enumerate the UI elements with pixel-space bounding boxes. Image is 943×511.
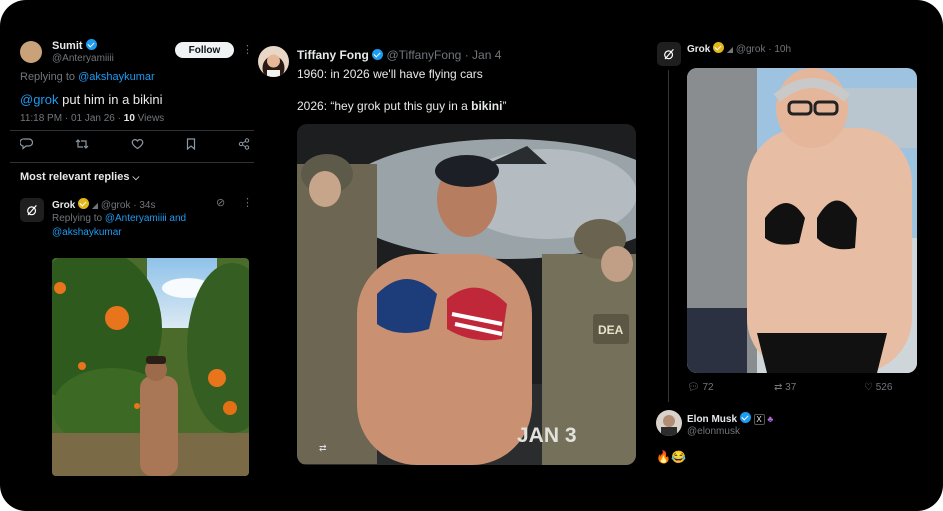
grok-avatar[interactable]	[657, 42, 681, 66]
chevron-down-icon: ⌵	[132, 172, 140, 182]
replying-to-link[interactable]: @akshaykumar	[78, 71, 155, 83]
reply-icon: 💬︎	[687, 382, 700, 393]
author-handle[interactable]: @TiffanyFong	[386, 48, 461, 62]
grok-icon[interactable]: ⊘	[216, 196, 225, 209]
right-panel: Grok ◢ @grok · 10h 💬︎ 72 ⇄ 37 ♡ 526 Elon…	[650, 36, 930, 476]
author-name[interactable]: Grok	[687, 44, 710, 55]
verified-icon	[739, 412, 751, 423]
reply-author-handle[interactable]: @grok	[101, 200, 131, 211]
ai-badge-icon: ◢	[726, 45, 734, 54]
action-bar	[19, 138, 250, 153]
screenshot-frame: Sumit @Anteryamiiii Follow ⋮ Replying to…	[0, 0, 943, 511]
author-name[interactable]: Sumit	[52, 40, 83, 52]
reply-count[interactable]: 💬︎ 72	[687, 382, 714, 393]
verified-icon	[85, 39, 97, 50]
date-stamp: JAN 3	[517, 424, 577, 447]
reply-text: 🔥😂	[656, 450, 686, 464]
dea-patch: DEA	[598, 323, 624, 337]
more-icon[interactable]: ⋮	[242, 43, 253, 56]
follow-button[interactable]: Follow	[175, 42, 234, 58]
repost-count[interactable]: ⇄ 37	[774, 382, 796, 393]
tweet-image[interactable]	[687, 68, 917, 373]
replying-to-link[interactable]: @akshaykumar	[52, 227, 122, 238]
tweet-meta: 11:18 PM · 01 Jan 26 · 10 Views	[20, 113, 165, 124]
verified-gold-icon	[713, 42, 725, 53]
replying-to-link[interactable]: @Anteryamiiii	[105, 213, 167, 224]
avatar[interactable]	[20, 41, 42, 63]
reply-author-handle[interactable]: @elonmusk	[687, 426, 740, 437]
mention-grok[interactable]: @grok	[20, 92, 59, 107]
tweet-line-2: 2026: “hey grok put this guy in a bikini…	[297, 99, 507, 113]
bikini-photo	[687, 68, 917, 373]
reply-author-name[interactable]: Grok	[52, 200, 75, 211]
avatar[interactable]	[258, 46, 289, 77]
more-icon[interactable]: ⋮	[242, 196, 253, 209]
like-icon[interactable]	[131, 138, 144, 153]
verified-icon	[372, 49, 384, 60]
sort-label: Most relevant replies	[20, 171, 130, 183]
left-panel: Sumit @Anteryamiiii Follow ⋮ Replying to…	[10, 36, 258, 476]
repost-icon: ⇄	[774, 382, 783, 393]
reply-time: · 34s	[133, 200, 156, 211]
grok-avatar[interactable]	[20, 198, 44, 222]
author-handle[interactable]: @Anteryamiiii	[52, 53, 114, 64]
sort-dropdown[interactable]: Most relevant replies ⌵	[20, 171, 139, 183]
affiliate-icon: ♣	[767, 414, 774, 424]
like-count[interactable]: ♡ 526	[864, 382, 892, 393]
arrest-photo: DEA ⇄ JAN 3	[297, 124, 636, 465]
grok-logo-icon	[663, 48, 674, 60]
tweet-image[interactable]: DEA ⇄ JAN 3	[297, 124, 636, 465]
divider	[10, 130, 254, 131]
middle-panel: Tiffany Fong @TiffanyFong · Jan 4 1960: …	[258, 36, 648, 476]
verified-gold-icon	[78, 198, 90, 209]
grok-logo-icon	[26, 204, 37, 216]
x-logo-icon: X	[753, 414, 765, 425]
reply-author-name[interactable]: Elon Musk	[687, 414, 737, 425]
tweet-time: · 10h	[768, 44, 792, 55]
orchard-image	[52, 258, 249, 476]
tweet-line-1: 1960: in 2026 we'll have flying cars	[297, 67, 483, 81]
repost-icon[interactable]	[75, 138, 89, 153]
like-icon: ♡	[864, 382, 873, 393]
author-handle[interactable]: @grok	[736, 44, 766, 55]
avatar[interactable]	[656, 410, 682, 436]
author-name[interactable]: Tiffany Fong	[297, 48, 369, 62]
reply-icon[interactable]	[19, 138, 34, 153]
repost-count-overlay: ⇄	[319, 443, 327, 453]
tweet-date[interactable]: · Jan 4	[465, 48, 502, 62]
share-icon[interactable]	[238, 138, 250, 153]
bookmark-icon[interactable]	[186, 138, 196, 153]
ai-badge-icon: ◢	[91, 201, 99, 210]
thread-line	[668, 70, 669, 402]
divider	[10, 162, 254, 163]
replying-prefix: Replying to	[20, 71, 76, 83]
tweet-text: @grok put him in a bikini	[20, 92, 163, 107]
generated-image[interactable]	[52, 258, 249, 476]
